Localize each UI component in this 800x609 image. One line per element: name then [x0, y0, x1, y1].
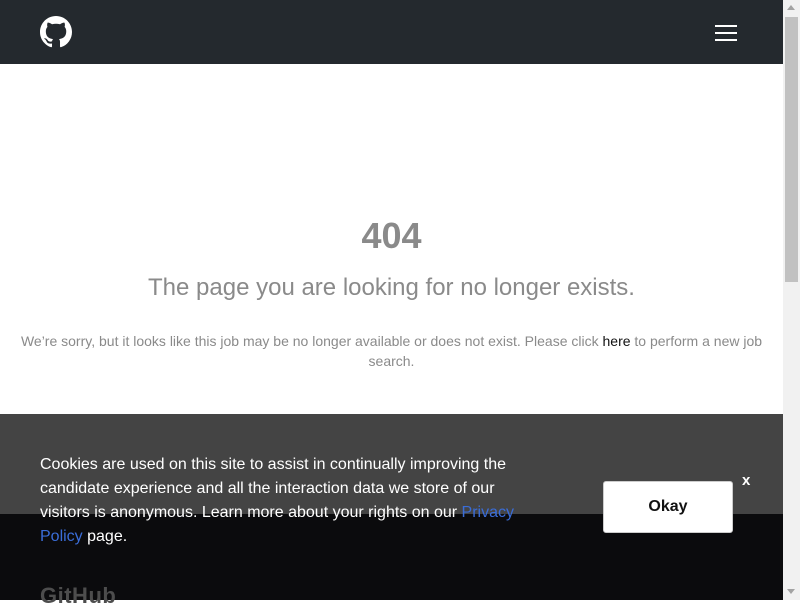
error-code: 404 — [361, 215, 422, 256]
menu-bar — [715, 32, 737, 34]
menu-bar — [715, 25, 737, 27]
hamburger-menu-icon[interactable] — [713, 22, 741, 44]
scroll-down-arrow-icon[interactable] — [787, 589, 795, 594]
github-icon[interactable] — [40, 16, 72, 48]
close-icon[interactable]: x — [742, 472, 750, 489]
scroll-up-arrow-icon[interactable] — [787, 5, 795, 10]
scrollbar[interactable] — [783, 0, 800, 600]
scrollbar-thumb[interactable] — [785, 17, 798, 282]
error-message: We’re sorry, but it looks like this job … — [18, 331, 765, 371]
new-search-link[interactable]: here — [603, 333, 631, 349]
cookie-message-text: Cookies are used on this site to assist … — [40, 456, 507, 521]
cookie-message: Cookies are used on this site to assist … — [40, 453, 540, 549]
error-title: The page you are looking for no longer e… — [148, 274, 635, 301]
cookie-message-text-end: page. — [82, 528, 128, 545]
error-content: 404 The page you are looking for no long… — [0, 64, 783, 414]
footer-brand: GitHub — [40, 583, 117, 608]
menu-bar — [715, 39, 737, 41]
site-header — [0, 0, 783, 64]
okay-button[interactable]: Okay — [603, 481, 733, 533]
error-message-text: We’re sorry, but it looks like this job … — [20, 333, 603, 349]
